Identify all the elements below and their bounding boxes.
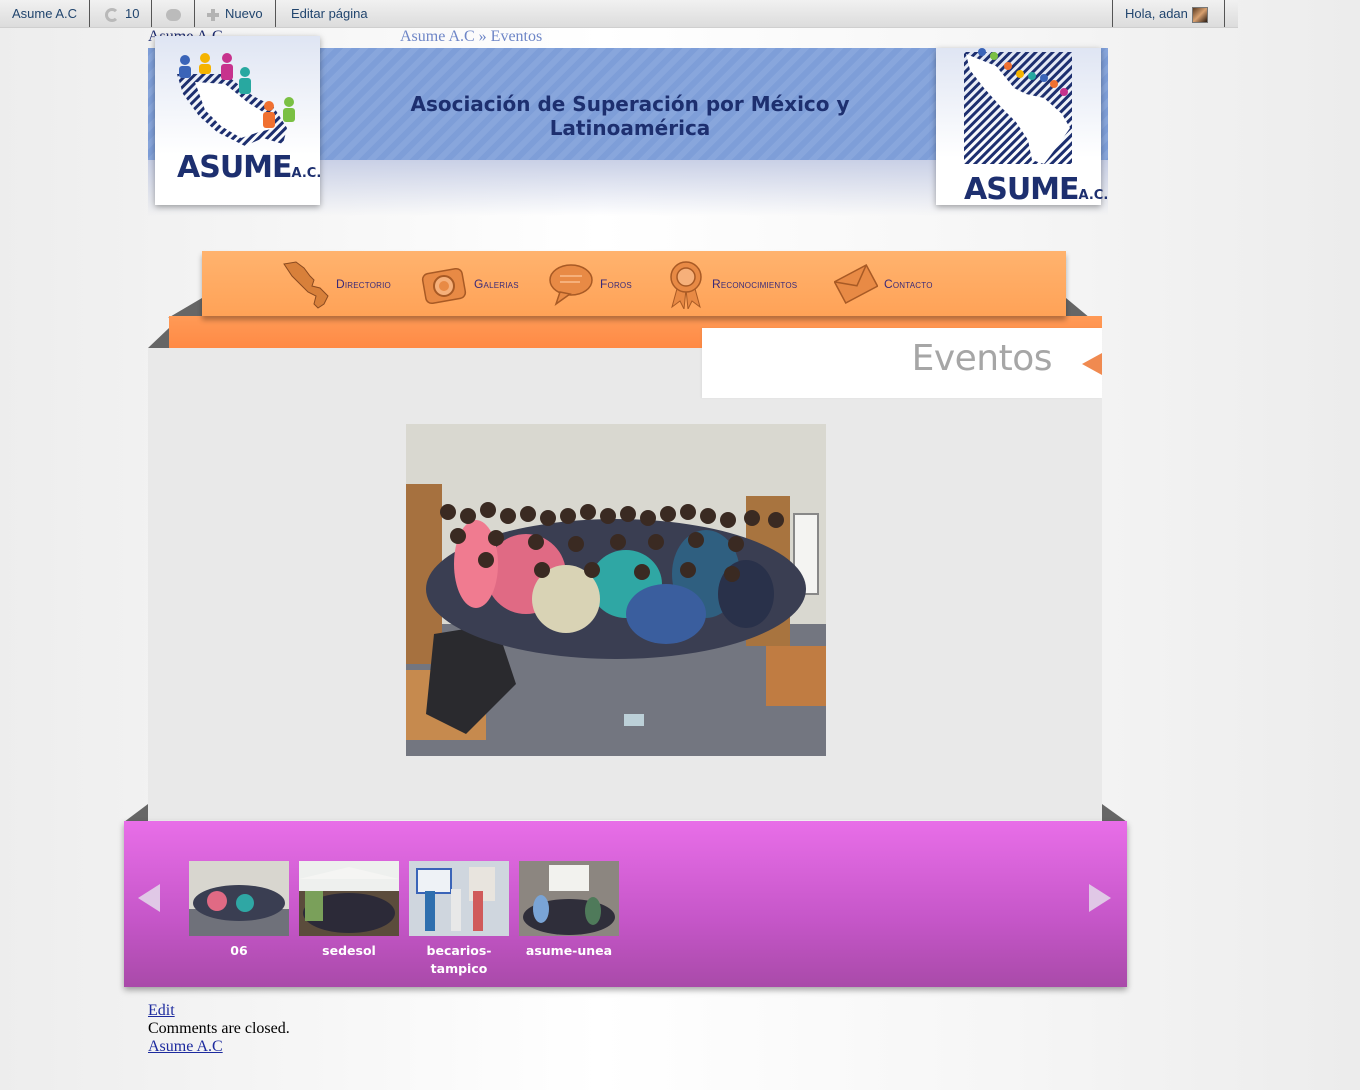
breadcrumb[interactable]: Asume A.C » Eventos xyxy=(400,28,542,46)
logo-word: ASUME xyxy=(177,150,293,185)
main-navigation: Directorio Galerias Foros Reconocimiento… xyxy=(202,251,1066,316)
admin-bar-site-link[interactable]: Asume A.C xyxy=(0,0,91,27)
admin-bar-search[interactable] xyxy=(1224,0,1238,27)
plus-icon xyxy=(207,8,219,21)
comment-icon xyxy=(166,8,181,21)
camera-icon xyxy=(421,267,467,304)
thumb-image-06 xyxy=(189,861,289,936)
gallery-fold-left xyxy=(124,804,148,822)
logo-right-text: ASUMEA.C. xyxy=(964,172,1108,207)
page-title-arrow-icon xyxy=(1082,353,1102,375)
edit-link[interactable]: Edit xyxy=(148,1002,175,1019)
gallery-thumb[interactable]: 06 xyxy=(189,861,289,960)
new-label: Nuevo xyxy=(225,6,263,21)
thumb-image-becarios-tampico xyxy=(409,861,509,936)
speech-bubble-icon xyxy=(549,263,593,306)
header-tagline: Asociación de Superación por México y La… xyxy=(410,92,850,140)
gallery-thumb[interactable]: sedesol xyxy=(299,861,399,960)
award-ribbon-icon xyxy=(670,260,702,309)
page-title-tab: Eventos xyxy=(702,328,1102,398)
gallery-prev-arrow-icon[interactable] xyxy=(138,884,160,912)
group-photo-image xyxy=(406,424,826,756)
nav-label-reconocimientos: Reconocimientos xyxy=(712,276,798,291)
envelope-icon xyxy=(834,263,878,304)
gallery-thumb[interactable]: becarios-tampico xyxy=(409,861,509,978)
nav-item-directorio[interactable]: Directorio xyxy=(282,251,391,316)
admin-bar-site-label: Asume A.C xyxy=(12,6,78,21)
logo-left[interactable]: ASUMEA.C. xyxy=(155,36,321,205)
nav-label-galerias: Galerias xyxy=(474,276,519,291)
nav-item-galerias[interactable]: Galerias xyxy=(420,251,519,316)
event-photo[interactable] xyxy=(406,424,826,756)
nav-item-reconocimientos[interactable]: Reconocimientos xyxy=(666,251,797,316)
refresh-icon xyxy=(105,7,119,22)
avatar xyxy=(1191,6,1208,23)
admin-bar: Asume A.C 10 Nuevo Editar página Hola, a… xyxy=(0,0,1238,28)
admin-bar-updates[interactable]: 10 xyxy=(93,0,153,27)
nav-item-foros[interactable]: Foros xyxy=(548,251,632,316)
logo-left-text: ASUMEA.C. xyxy=(177,150,321,185)
greeting-label: Hola, adan xyxy=(1125,6,1188,21)
nav-label-directorio: Directorio xyxy=(336,276,391,291)
thumb-caption: asume-unea xyxy=(525,943,613,958)
page-title: Eventos xyxy=(911,338,1053,379)
thumb-caption: becarios-tampico xyxy=(426,943,492,976)
edit-page-label: Editar página xyxy=(291,6,368,21)
admin-bar-account[interactable]: Hola, adan xyxy=(1112,0,1225,27)
admin-bar-new[interactable]: Nuevo xyxy=(195,0,276,27)
logo-suffix: A.C. xyxy=(1078,188,1109,203)
nav-fold-left xyxy=(168,298,202,318)
nav-label-foros: Foros xyxy=(600,276,632,291)
gallery-strip: 06 sedesol becarios-tampico asume-unea xyxy=(124,821,1127,987)
thumb-image-asume-unea xyxy=(519,861,619,936)
thumb-image-sedesol xyxy=(299,861,399,936)
logo-right[interactable]: ASUMEA.C. xyxy=(936,48,1108,207)
footer: Edit Comments are closed. Asume A.C xyxy=(148,1002,290,1056)
gallery-thumb[interactable]: asume-unea xyxy=(519,861,619,960)
thumb-caption: 06 xyxy=(230,943,248,958)
logo-word: ASUME xyxy=(964,172,1080,207)
comments-closed-text: Comments are closed. xyxy=(148,1020,290,1037)
gallery-fold-right xyxy=(1102,804,1127,822)
admin-bar-edit-page[interactable]: Editar página xyxy=(279,0,380,27)
nav-label-contacto: Contacto xyxy=(884,276,933,291)
gallery-next-arrow-icon[interactable] xyxy=(1089,884,1111,912)
footer-site-link[interactable]: Asume A.C xyxy=(148,1038,223,1055)
logo-suffix: A.C. xyxy=(291,166,322,181)
admin-bar-comments[interactable] xyxy=(154,0,195,27)
map-icon xyxy=(283,260,329,309)
thumb-caption: sedesol xyxy=(322,943,376,958)
content-fold-left xyxy=(148,328,169,348)
nav-item-contacto[interactable]: Contacto xyxy=(834,251,933,316)
updates-count: 10 xyxy=(125,6,140,21)
